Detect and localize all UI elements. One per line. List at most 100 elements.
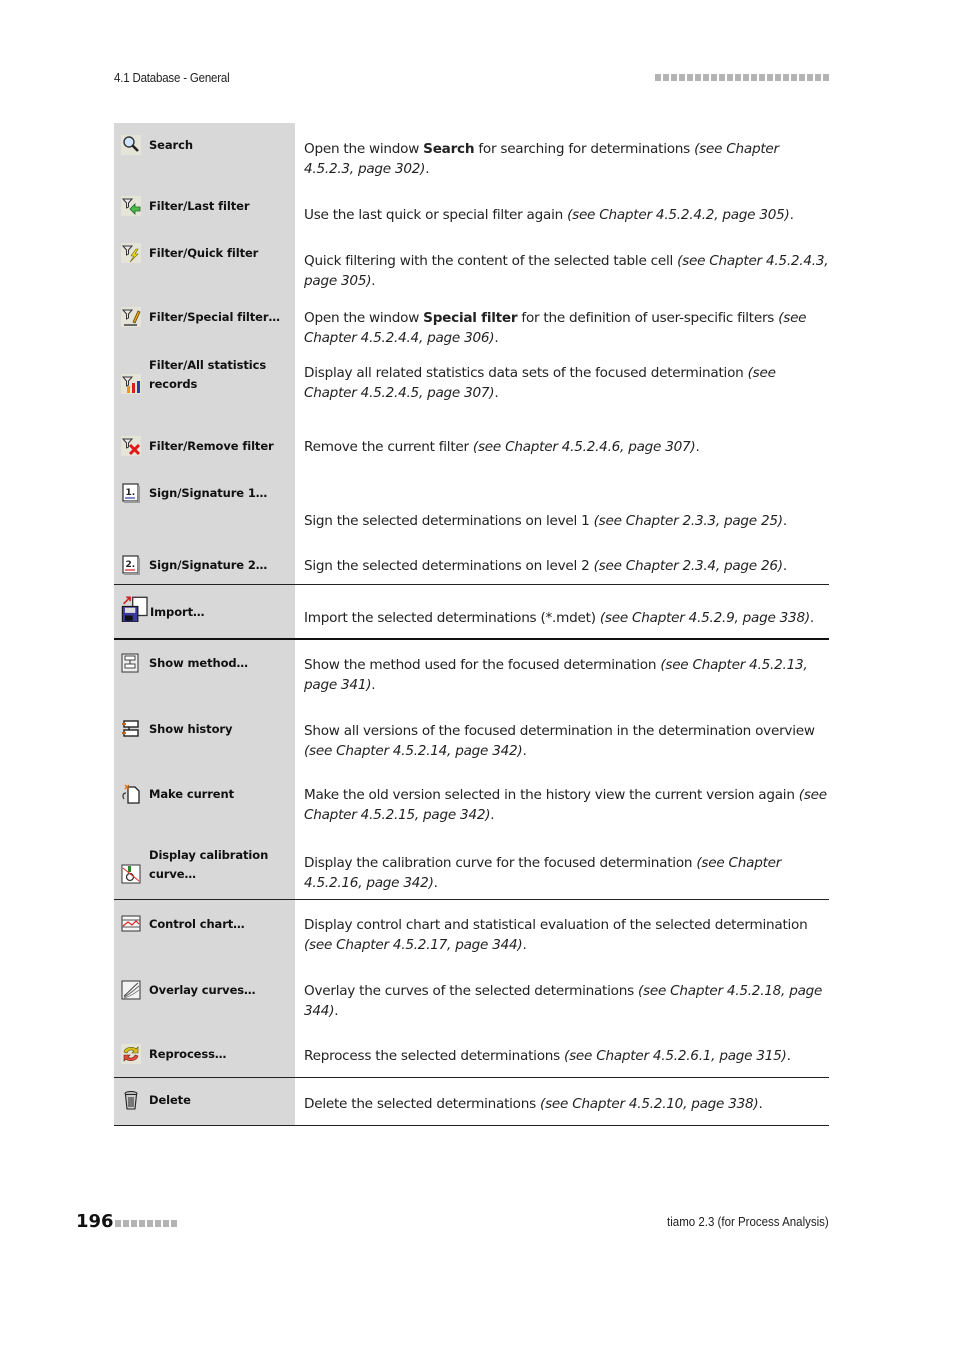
dot [719,74,725,81]
command-entry: 1. Sign/Signature 1… [121,483,267,503]
dot [775,74,781,81]
dot [711,74,717,81]
table-row: 1. Sign/Signature 1… Sign the selected de… [114,469,829,539]
description-text: Display all related statistics data sets… [304,365,748,381]
dot [743,74,749,81]
product-name: tiamo 2.3 (for Process Analysis) [667,1215,829,1229]
table-row: Import… Import the selected determinatio… [114,585,829,640]
running-header-section: 4.1 Database - General [114,71,230,85]
dot [139,1220,145,1227]
command-entry: Overlay curves… [121,980,256,1000]
command-label: Make current [149,787,234,801]
command-label: Search [149,138,193,152]
description-text: for the definition of user-specific filt… [517,310,779,326]
window-name: Search [423,141,475,157]
description-text: . [334,1002,339,1019]
command-entry: Filter/All statistics records [121,356,289,394]
chapter-reference: (see Chapter 4.5.2.17, page 344) [304,936,523,953]
description-text: . [695,439,700,455]
row-description: Open the window Special filter for the d… [304,309,829,348]
dot [663,74,669,81]
dot [807,74,813,81]
make-current-icon [121,784,141,804]
description-text: . [522,742,527,759]
filter-remove-icon [121,436,141,456]
delete-icon [121,1090,141,1110]
dot [759,74,765,81]
table-row: Control chart… Display control chart and… [114,900,829,966]
command-entry: Make current [121,784,234,804]
command-entry: Filter/Remove filter [121,436,274,456]
command-table: Search Open the window Search for search… [114,123,829,1126]
header-dot-bar [655,74,829,81]
description-text: . [371,676,376,693]
command-entry: 2. Sign/Signature 2… [121,555,267,575]
description-text: Display control chart and statistical ev… [304,917,808,933]
chapter-reference: (see Chapter 4.5.2.9, page 338) [599,610,810,626]
dot [147,1220,153,1227]
filter-quick-icon [121,243,141,263]
description-text: Sign the selected determinations on leve… [304,513,594,529]
chapter-reference: (see Chapter 4.5.2.4.6, page 307) [472,439,696,455]
command-entry: Show history [121,719,232,739]
dot [163,1220,169,1227]
table-row: Show method… Show the method used for th… [114,640,829,706]
description-text: Show all versions of the focused determi… [304,723,815,739]
command-entry: Search [121,135,193,155]
command-entry: Show method… [121,653,248,673]
description-text: Open the window [304,141,424,157]
command-label: Filter/Quick filter [149,246,259,260]
chapter-reference: (see Chapter 4.5.2.4.2, page 305) [567,207,790,223]
row-description: Make the old version selected in the his… [304,786,829,825]
row-description: Reprocess the selected determinations (s… [304,1047,829,1067]
description-text: . [758,1096,763,1112]
show-history-icon [121,719,141,739]
row-description: Delete the selected determinations (see … [304,1095,829,1115]
description-text: . [782,513,787,529]
command-label: Filter/All statistics records [149,358,267,391]
svg-text:2.: 2. [126,560,136,570]
chapter-reference: (see Chapter 4.5.2.14, page 342) [304,742,523,759]
command-label: Sign/Signature 1… [149,486,268,500]
row-description: Open the window Search for searching for… [304,140,829,179]
description-text: . [433,874,438,891]
page-number: 196 [76,1211,114,1232]
table-row: Show history Show all versions of the fo… [114,706,829,771]
command-entry: Import… [120,596,204,622]
dot [727,74,733,81]
dot [679,74,685,81]
reprocess-icon [121,1044,141,1064]
row-description: Remove the current filter (see Chapter 4… [304,438,829,458]
command-entry: Filter/Special filter… [121,307,280,327]
description-text: Remove the current filter [304,439,473,455]
row-description: Display the calibration curve for the fo… [304,854,829,893]
row-description: Sign the selected determinations on leve… [304,557,829,577]
command-label: Delete [149,1093,191,1107]
table-row: Filter/Remove filter Remove the current … [114,421,829,469]
description-text: . [371,272,376,289]
chapter-reference: (see Chapter 4.5.2.10, page 338) [540,1096,759,1112]
dot [155,1220,161,1227]
dot [655,74,661,81]
description-text: . [786,1048,791,1064]
command-label: Display calibration curve… [149,848,269,881]
description-text: . [425,160,430,177]
row-description: Quick filtering with the content of the … [304,252,829,291]
command-label: Show history [149,722,233,736]
calibration-curve-icon [121,864,141,884]
command-entry: Filter/Last filter [121,196,250,216]
table-row: Search Open the window Search for search… [114,123,829,180]
command-entry: Filter/Quick filter [121,243,258,263]
search-icon [121,135,141,155]
description-text: Reprocess the selected determinations [304,1048,565,1064]
table-row: Filter/All statistics records Display al… [114,348,829,421]
row-description: Display all related statistics data sets… [304,364,829,403]
description-text: . [782,558,787,574]
row-description: Use the last quick or special filter aga… [304,206,829,226]
show-method-icon [121,653,141,673]
description-text: Sign the selected determinations on leve… [304,558,594,574]
command-label: Control chart… [149,917,245,931]
footer-dot-bar [115,1220,177,1227]
row-description: Sign the selected determinations on leve… [304,512,829,532]
table-row: Overlay curves… Overlay the curves of th… [114,966,829,1031]
